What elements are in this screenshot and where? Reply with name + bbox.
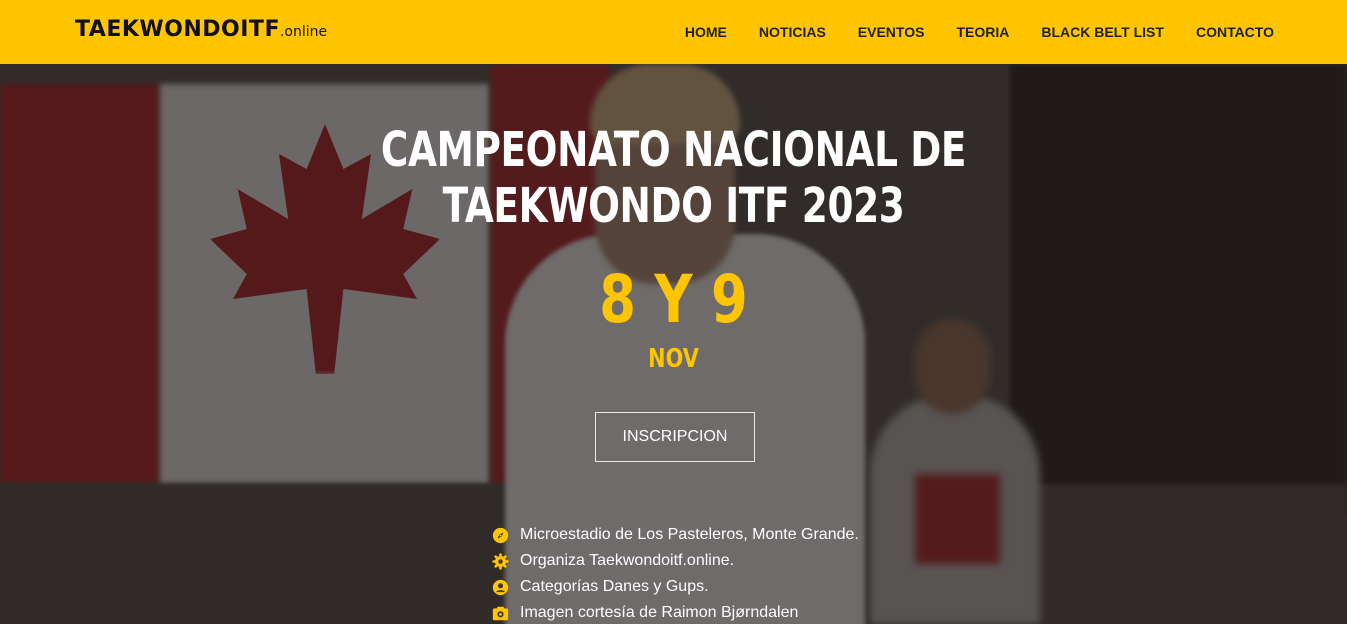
info-text: Microestadio de Los Pasteleros, Monte Gr… [520,526,859,543]
nav-item-black-belt-list[interactable]: BLACK BELT LIST [1041,24,1164,40]
compass-icon [492,527,509,543]
brand-logo[interactable]: TAEKWONDOITF.online [75,17,327,42]
info-text: Categorías Danes y Gups. [520,578,709,595]
camera-icon [492,606,509,620]
hero-title-line-2: TAEKWONDO ITF 2023 [442,178,905,234]
brand-name: TAEKWONDOITF [75,17,280,42]
hero-content: CAMPEONATO NACIONAL DE TAEKWONDO ITF 202… [0,64,1347,624]
info-text: Imagen cortesía de Raimon Bjørndalen [520,604,799,621]
info-item-categories: Categorías Danes y Gups. [492,574,859,600]
inscripcion-button[interactable]: INSCRIPCION [595,412,755,462]
info-text: Organiza Taekwondoitf.online. [520,552,735,569]
top-navbar: TAEKWONDOITF.online HOME NOTICIAS EVENTO… [0,0,1347,64]
nav-item-noticias[interactable]: NOTICIAS [759,24,826,40]
brand-suffix: .online [279,24,328,40]
gear-icon [492,552,509,570]
nav-item-teoria[interactable]: TEORIA [956,24,1009,40]
hero-title-line-1: CAMPEONATO NACIONAL DE [380,122,967,178]
hero-title: CAMPEONATO NACIONAL DE TAEKWONDO ITF 202… [148,122,1199,234]
main-nav: HOME NOTICIAS EVENTOS TEORIA BLACK BELT … [685,0,1274,64]
user-icon [492,579,509,595]
nav-item-eventos[interactable]: EVENTOS [858,24,925,40]
event-month: NOV [648,344,699,374]
info-item-organizer: Organiza Taekwondoitf.online. [492,548,859,574]
info-item-location: Microestadio de Los Pasteleros, Monte Gr… [492,522,859,548]
nav-item-home[interactable]: HOME [685,24,727,40]
nav-item-contacto[interactable]: CONTACTO [1196,24,1274,40]
info-item-credit: Imagen cortesía de Raimon Bjørndalen [492,600,859,624]
event-info-list: Microestadio de Los Pasteleros, Monte Gr… [492,522,859,624]
event-days: 8 Y 9 [599,261,748,338]
hero-section: CAMPEONATO NACIONAL DE TAEKWONDO ITF 202… [0,64,1347,624]
